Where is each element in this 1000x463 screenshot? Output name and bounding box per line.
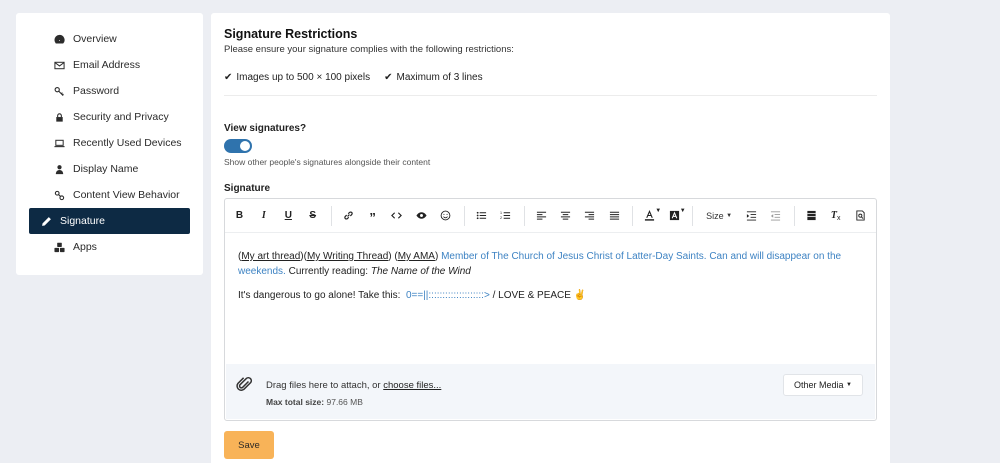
sidebar-item-recently-used-devices[interactable]: Recently Used Devices bbox=[29, 130, 190, 156]
ascii-sword: 0==||::::::::::::::::::::> bbox=[405, 290, 490, 301]
cubes-icon bbox=[53, 241, 65, 253]
spoiler-eye-icon[interactable] bbox=[413, 206, 430, 226]
restriction-item: ✔ Images up to 500 × 100 pixels bbox=[224, 72, 371, 83]
insert-link-icon[interactable] bbox=[340, 206, 357, 226]
view-signatures-help: Show other people's signatures alongside… bbox=[224, 157, 431, 167]
toolbar-separator bbox=[692, 205, 694, 226]
peace-emoji: ✌ bbox=[573, 290, 587, 301]
restriction-item: ✔ Maximum of 3 lines bbox=[384, 72, 483, 83]
checkmark-icon: ✔ bbox=[384, 72, 393, 83]
max-size-text: Max total size: 97.66 MB bbox=[266, 397, 363, 407]
view-signatures-toggle[interactable] bbox=[224, 139, 252, 153]
signature-label: Signature bbox=[224, 183, 271, 194]
sidebar-item-password[interactable]: Password bbox=[29, 78, 190, 104]
caret-down-icon: ▼ bbox=[679, 207, 686, 214]
signature-line-2: It's dangerous to go alone! Take this: 0… bbox=[238, 290, 587, 301]
save-button[interactable]: Save bbox=[224, 431, 274, 459]
sidebar-item-signature[interactable]: Signature bbox=[29, 208, 190, 234]
checkmark-icon: ✔ bbox=[224, 72, 233, 83]
background-color-icon[interactable]: ▼ bbox=[666, 206, 686, 226]
currently-reading-text: Currently reading: bbox=[288, 266, 369, 277]
font-size-dropdown[interactable]: Size ▼ bbox=[701, 206, 737, 226]
toolbar-separator bbox=[793, 205, 795, 226]
pen-icon bbox=[40, 215, 52, 227]
view-signatures-label: View signatures? bbox=[224, 123, 307, 134]
align-right-icon[interactable] bbox=[581, 206, 598, 226]
dropzone-text: Drag files here to attach, or choose fil… bbox=[266, 380, 442, 391]
svg-text:1: 1 bbox=[500, 211, 502, 215]
book-title: The Name of the Wind bbox=[370, 266, 471, 277]
sidebar-item-overview[interactable]: Overview bbox=[29, 26, 190, 52]
user-icon bbox=[53, 163, 65, 175]
caret-down-icon: ▼ bbox=[655, 207, 662, 214]
signature-line-1: (My art thread)(My Writing Thread) (My A… bbox=[238, 251, 842, 277]
italic-button[interactable]: I bbox=[255, 206, 272, 226]
sidebar-item-email-address[interactable]: Email Address bbox=[29, 52, 190, 78]
signature-content[interactable]: (My art thread)(My Writing Thread) (My A… bbox=[225, 233, 876, 303]
underline-button[interactable]: U bbox=[280, 206, 297, 226]
lock-icon bbox=[53, 111, 65, 123]
attachment-dropzone[interactable]: Drag files here to attach, or choose fil… bbox=[226, 364, 875, 419]
key-icon bbox=[53, 85, 65, 97]
divider bbox=[224, 95, 877, 96]
restrictions-list: ✔ Images up to 500 × 100 pixels ✔ Maximu… bbox=[224, 72, 483, 83]
align-justify-icon[interactable] bbox=[606, 206, 623, 226]
ama-link[interactable]: My AMA bbox=[398, 251, 435, 262]
bold-button[interactable]: B bbox=[231, 206, 248, 226]
align-center-icon[interactable] bbox=[557, 206, 574, 226]
sidebar-item-label: Password bbox=[73, 85, 120, 97]
strikethrough-button[interactable]: S bbox=[304, 206, 321, 226]
art-thread-link[interactable]: My art thread bbox=[241, 251, 300, 262]
table-icon[interactable] bbox=[803, 206, 820, 226]
caret-down-icon: ▼ bbox=[726, 212, 733, 219]
sidebar-item-label: Content View Behavior bbox=[73, 189, 180, 201]
dashboard-icon bbox=[53, 33, 65, 45]
sidebar-item-label: Signature bbox=[60, 215, 105, 227]
toolbar-separator bbox=[632, 205, 634, 226]
signature-settings-panel: Signature Restrictions Please ensure you… bbox=[211, 13, 890, 463]
sidebar-item-apps[interactable]: Apps bbox=[29, 234, 190, 260]
link-icon bbox=[53, 189, 65, 201]
toolbar-separator bbox=[463, 205, 465, 226]
toolbar-separator bbox=[330, 205, 332, 226]
svg-text:2: 2 bbox=[500, 216, 502, 220]
sidebar-item-display-name[interactable]: Display Name bbox=[29, 156, 190, 182]
sidebar-item-label: Recently Used Devices bbox=[73, 137, 182, 149]
other-media-dropdown[interactable]: Other Media ▼ bbox=[783, 374, 863, 396]
emoji-icon[interactable] bbox=[437, 206, 454, 226]
choose-files-link[interactable]: choose files... bbox=[383, 380, 441, 391]
bullet-list-icon[interactable] bbox=[473, 206, 490, 226]
sidebar-item-label: Overview bbox=[73, 33, 117, 45]
outdent-icon[interactable] bbox=[767, 206, 784, 226]
quote-icon[interactable]: ” bbox=[364, 206, 381, 226]
restrictions-title: Signature Restrictions bbox=[224, 27, 358, 41]
indent-icon[interactable] bbox=[743, 206, 760, 226]
sidebar-item-label: Email Address bbox=[73, 59, 141, 71]
restrictions-subtitle: Please ensure your signature complies wi… bbox=[224, 44, 514, 55]
laptop-icon bbox=[53, 137, 65, 149]
signature-editor: B I U S ” 12 ▼ ▼ Size ▼ T x (My art thre… bbox=[224, 198, 877, 421]
settings-sidebar: Overview Email Address Password Security… bbox=[16, 13, 203, 275]
writing-thread-link[interactable]: My Writing Thread bbox=[307, 251, 388, 262]
paperclip-icon bbox=[236, 375, 254, 396]
code-icon[interactable] bbox=[389, 206, 406, 226]
text-color-icon[interactable]: ▼ bbox=[641, 206, 662, 226]
align-left-icon[interactable] bbox=[533, 206, 550, 226]
clear-formatting-icon[interactable]: Tx bbox=[827, 206, 844, 226]
sidebar-item-label: Apps bbox=[73, 241, 97, 253]
editor-toolbar: B I U S ” 12 ▼ ▼ Size ▼ T x bbox=[225, 199, 876, 233]
sidebar-item-security-and-privacy[interactable]: Security and Privacy bbox=[29, 104, 190, 130]
caret-down-icon: ▼ bbox=[846, 382, 852, 388]
sidebar-item-label: Security and Privacy bbox=[73, 111, 169, 123]
envelope-icon bbox=[53, 59, 65, 71]
toolbar-separator bbox=[523, 205, 525, 226]
sidebar-item-content-view-behavior[interactable]: Content View Behavior bbox=[29, 182, 190, 208]
preview-icon[interactable] bbox=[852, 206, 869, 226]
numbered-list-icon[interactable]: 12 bbox=[497, 206, 514, 226]
sidebar-item-label: Display Name bbox=[73, 163, 139, 175]
